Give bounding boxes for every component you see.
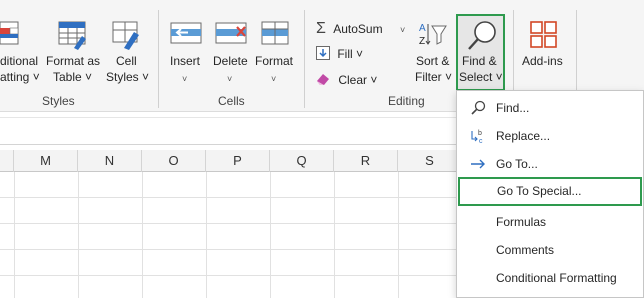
cell-styles-label-2: Styles ˅ <box>106 70 150 84</box>
menu-item-replace[interactable]: b c Replace... <box>457 122 643 150</box>
grid-line <box>78 172 79 298</box>
column-header[interactable] <box>0 150 14 172</box>
sort-filter-label-2: Filter ˅ <box>415 70 453 84</box>
arrow-right-icon <box>471 159 485 169</box>
autosum-button[interactable]: Σ AutoSum ˅ <box>316 20 405 38</box>
column-header-q[interactable]: Q <box>270 150 334 172</box>
find-select-label-1: Find & <box>462 54 497 68</box>
insert-cells-button[interactable]: Insert ˅ <box>166 18 206 88</box>
insert-label: Insert <box>170 54 201 68</box>
menu-item-comments[interactable]: Comments <box>457 236 643 264</box>
grid-line <box>14 172 15 298</box>
replace-icon: b c <box>471 130 483 144</box>
delete-cells-button[interactable]: Delete ˅ <box>210 18 252 88</box>
sigma-icon: Σ <box>316 20 326 37</box>
svg-text:b: b <box>478 130 482 137</box>
clear-button[interactable]: Clear ˅ <box>316 72 377 87</box>
svg-text:c: c <box>479 138 483 144</box>
menu-item-label: Go To Special... <box>497 184 582 198</box>
svg-text:Z: Z <box>419 36 425 47</box>
menu-item-go-to-special[interactable]: Go To Special... <box>458 177 642 206</box>
fill-label: Fill ˅ <box>337 47 364 61</box>
menu-item-go-to[interactable]: Go To... <box>457 150 643 178</box>
magnifier-icon <box>468 21 496 50</box>
search-icon <box>471 100 486 115</box>
find-select-button[interactable]: Find & Select ˅ <box>456 14 505 91</box>
column-header-n[interactable]: N <box>78 150 142 172</box>
menu-item-label: Find... <box>496 101 530 115</box>
cell-styles-button[interactable]: Cell Styles ˅ <box>104 18 150 88</box>
delete-chevron: ˅ <box>227 74 233 84</box>
sort-filter-button[interactable]: A Z Sort & Filter ˅ <box>412 18 454 88</box>
format-cells-icon <box>261 21 289 45</box>
menu-item-label: Formulas <box>496 215 547 229</box>
autosum-chevron[interactable]: ˅ <box>400 25 405 35</box>
format-chevron: ˅ <box>271 74 277 84</box>
editing-group-label: Editing <box>388 94 425 108</box>
insert-cells-icon <box>170 22 202 44</box>
menu-item-label: Go To... <box>496 157 538 171</box>
addins-label: Add-ins <box>522 54 563 68</box>
format-as-table-button[interactable]: Format as Table ˅ <box>44 18 102 88</box>
insert-chevron: ˅ <box>182 74 188 84</box>
eraser-icon <box>317 74 329 85</box>
conditional-formatting-label-2: atting ˅ <box>0 70 40 84</box>
sort-filter-icon: A Z <box>419 23 447 47</box>
cells-group-label: Cells <box>218 94 245 108</box>
styles-group-label: Styles <box>42 94 75 108</box>
clear-label: Clear ˅ <box>338 73 378 87</box>
menu-item-conditional-formatting[interactable]: Conditional Formatting <box>457 264 643 292</box>
addins-button[interactable]: Add-ins <box>520 18 568 88</box>
format-as-table-label-1: Format as <box>46 54 101 68</box>
format-as-table-label-2: Table ˅ <box>53 70 93 84</box>
delete-cells-icon <box>215 22 247 44</box>
format-as-table-icon <box>58 21 86 50</box>
svg-text:A: A <box>419 23 426 34</box>
find-select-label-2: Select ˅ <box>459 70 503 84</box>
fill-button[interactable]: Fill ˅ <box>316 46 363 61</box>
grid-line <box>334 172 335 298</box>
column-header-s[interactable]: S <box>398 150 462 172</box>
autosum-label: AutoSum <box>333 22 383 36</box>
grid-line <box>206 172 207 298</box>
addins-grid-icon <box>530 21 557 48</box>
column-header-r[interactable]: R <box>334 150 398 172</box>
menu-item-find[interactable]: Find... <box>457 94 643 122</box>
column-header-o[interactable]: O <box>142 150 206 172</box>
sort-filter-label-1: Sort & <box>416 54 450 68</box>
menu-item-label: Conditional Formatting <box>496 271 617 285</box>
menu-item-label: Replace... <box>496 129 551 143</box>
delete-label: Delete <box>213 54 248 68</box>
conditional-formatting-label-1: ditional <box>0 54 39 68</box>
format-label: Format <box>255 54 294 68</box>
conditional-formatting-button[interactable]: ditional atting ˅ <box>0 18 40 88</box>
menu-item-label: Comments <box>496 243 555 257</box>
grid-line <box>398 172 399 298</box>
cell-styles-label-1: Cell <box>116 54 137 68</box>
format-cells-button[interactable]: Format ˅ <box>254 18 296 88</box>
fill-down-icon <box>316 46 330 60</box>
grid-line <box>270 172 271 298</box>
separator <box>304 10 305 108</box>
conditional-formatting-icon <box>0 21 19 45</box>
grid-line <box>142 172 143 298</box>
menu-item-formulas[interactable]: Formulas <box>457 208 643 236</box>
find-select-menu: Find... b c Replace... Go To... Go To Sp… <box>456 90 644 298</box>
cell-styles-icon <box>112 21 139 50</box>
column-header-m[interactable]: M <box>14 150 78 172</box>
separator <box>158 10 159 108</box>
column-header-p[interactable]: P <box>206 150 270 172</box>
